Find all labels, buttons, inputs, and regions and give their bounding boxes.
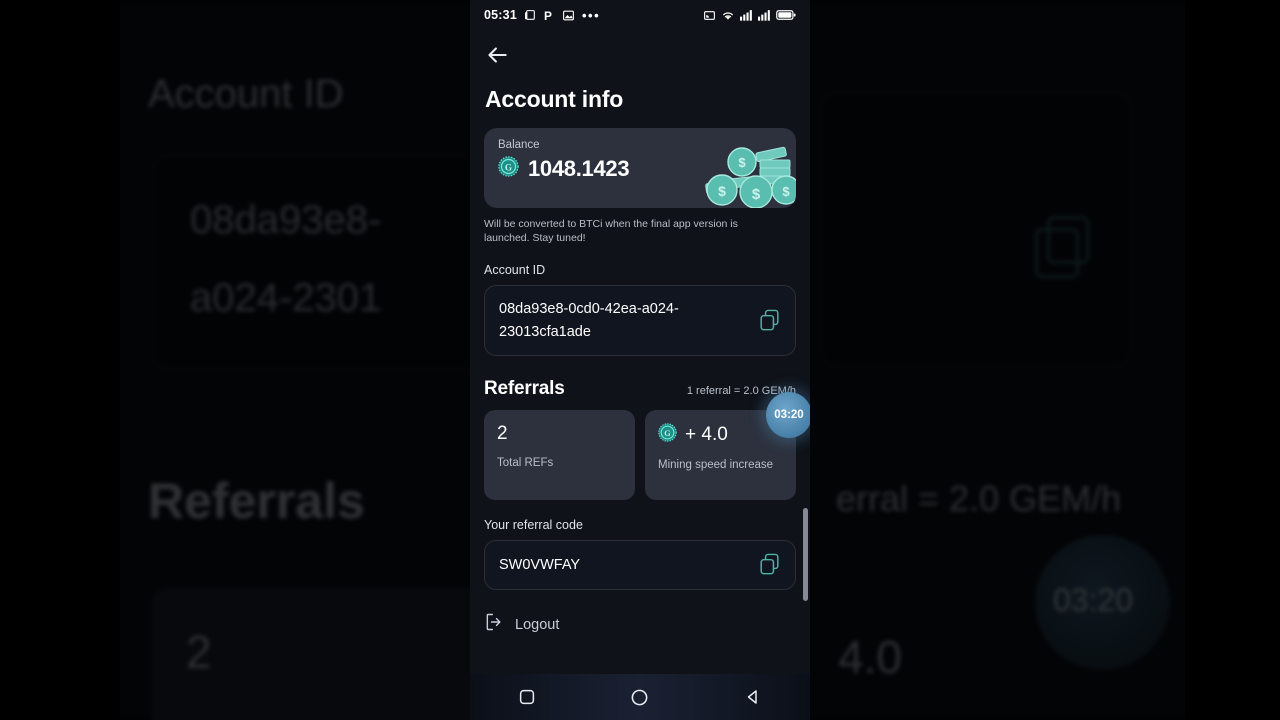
backdrop-timer-circle bbox=[1035, 535, 1170, 670]
signal-2-icon bbox=[758, 9, 771, 21]
backdrop-copy-icon-back bbox=[1047, 216, 1089, 264]
svg-text:$: $ bbox=[718, 183, 726, 199]
copy-icon[interactable] bbox=[759, 553, 781, 577]
back-triangle-icon[interactable] bbox=[738, 682, 768, 712]
home-circle-icon[interactable] bbox=[625, 682, 655, 712]
status-time: 05:31 bbox=[484, 8, 517, 22]
logout-icon bbox=[484, 612, 504, 637]
backdrop-text-ref-count: 2 bbox=[186, 626, 212, 678]
referral-card-total: 2 Total REFs bbox=[484, 410, 635, 501]
account-id-value: 08da93e8-0cd0-42ea-a024-23013cfa1ade bbox=[499, 301, 679, 340]
right-letterbox bbox=[1185, 0, 1280, 720]
page-title: Account info bbox=[485, 86, 624, 112]
screen-root: Account ID 08da93e8- a024-2301 Referrals… bbox=[0, 0, 1280, 720]
svg-text:$: $ bbox=[752, 186, 761, 203]
backdrop-text-uuid-line1: 08da93e8- bbox=[190, 198, 382, 242]
account-id-label: Account ID bbox=[484, 263, 546, 278]
svg-text:$: $ bbox=[782, 184, 790, 199]
svg-text:$: $ bbox=[738, 155, 746, 170]
svg-text:G: G bbox=[505, 162, 512, 172]
app-bar: Account info bbox=[470, 30, 810, 113]
svg-text:P: P bbox=[544, 9, 552, 22]
backdrop-text-rate: erral = 2.0 GEM/h bbox=[836, 478, 1122, 519]
total-refs-label: Total REFs bbox=[497, 457, 554, 470]
android-nav-bar bbox=[470, 674, 810, 720]
image-icon bbox=[562, 9, 575, 22]
phone-viewport: 05:31 P ••• Account info Balance G 1048.… bbox=[470, 0, 810, 720]
referrals-header: Referrals 1 referral = 2.0 GEM/h bbox=[484, 378, 796, 400]
logout-button[interactable]: Logout bbox=[484, 612, 796, 651]
main-content: Balance G 1048.1423 $ $ $ $ Will be conv… bbox=[470, 128, 810, 651]
referrals-title: Referrals bbox=[484, 378, 565, 400]
referral-code-field[interactable]: SW0VWFAY bbox=[484, 540, 796, 591]
referral-code-label: Your referral code bbox=[484, 518, 583, 533]
backdrop-text-account-id: Account ID bbox=[148, 72, 344, 116]
backdrop-text-timer: 03:20 bbox=[1053, 582, 1134, 618]
mining-speed-value: + 4.0 bbox=[685, 424, 728, 446]
copy-icon[interactable] bbox=[759, 309, 781, 333]
referral-code-value: SW0VWFAY bbox=[499, 557, 581, 574]
coins-illustration: $ $ $ $ bbox=[704, 138, 796, 208]
screenshot-icon bbox=[524, 9, 537, 22]
left-letterbox bbox=[0, 0, 120, 720]
referral-cards: 2 Total REFs G + 4.0 Mining speed increa… bbox=[484, 392, 810, 501]
backdrop-text-referrals: Referrals bbox=[148, 473, 365, 529]
scrollbar[interactable] bbox=[803, 508, 808, 601]
gem-coin-icon: G bbox=[498, 156, 519, 182]
logout-label: Logout bbox=[515, 616, 560, 633]
battery-icon bbox=[776, 9, 796, 21]
status-bar: 05:31 P ••• bbox=[470, 0, 810, 30]
account-id-field[interactable]: 08da93e8-0cd0-42ea-a024-23013cfa1ade bbox=[484, 285, 796, 357]
backdrop-text-uuid-line2: a024-2301 bbox=[190, 276, 382, 320]
balance-note: Will be converted to BTCi when the final… bbox=[484, 218, 738, 245]
total-refs-value: 2 bbox=[497, 423, 508, 445]
cast-icon bbox=[703, 9, 716, 22]
recents-square-icon[interactable] bbox=[512, 682, 542, 712]
svg-text:G: G bbox=[664, 429, 671, 438]
more-dots-icon: ••• bbox=[581, 7, 601, 23]
mining-speed-label: Mining speed increase bbox=[658, 459, 774, 472]
backdrop-copy-icon bbox=[1035, 228, 1079, 278]
backdrop-text-speed: 4.0 bbox=[838, 631, 902, 683]
balance-value: 1048.1423 bbox=[528, 156, 630, 181]
gem-coin-icon-small: G bbox=[658, 423, 677, 447]
back-arrow-icon[interactable] bbox=[484, 42, 512, 70]
timer-badge[interactable]: 03:20 bbox=[766, 392, 810, 439]
wifi-icon bbox=[721, 9, 735, 21]
balance-card: Balance G 1048.1423 $ $ $ $ bbox=[484, 128, 796, 208]
signal-1-icon bbox=[740, 9, 753, 21]
backdrop-box-right bbox=[820, 92, 1132, 367]
parking-p-icon: P bbox=[544, 9, 555, 22]
